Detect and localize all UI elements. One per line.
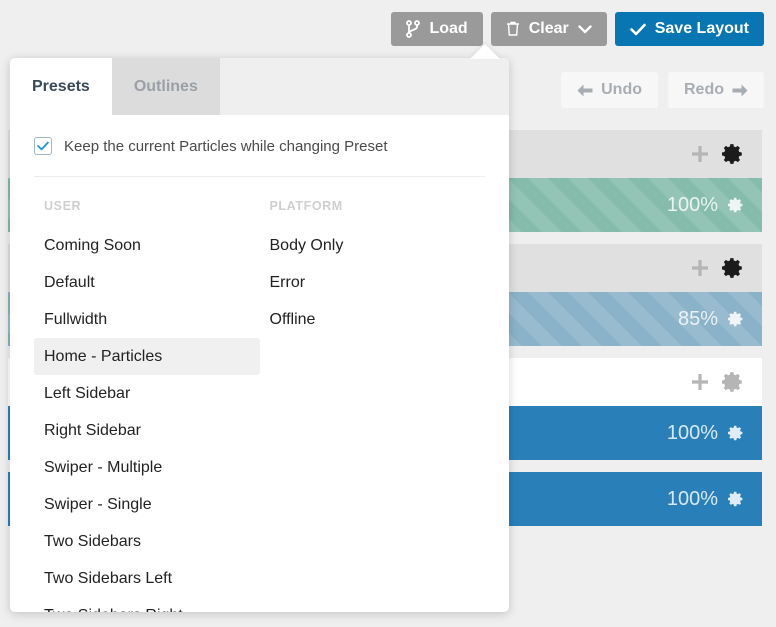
- preset-item-fullwidth[interactable]: Fullwidth: [34, 301, 260, 338]
- gear-icon[interactable]: [728, 425, 744, 441]
- column-header-platform: PLATFORM: [269, 199, 343, 213]
- save-layout-label: Save Layout: [654, 20, 749, 37]
- preset-item-two-sidebars-right[interactable]: Two Sidebars Right: [34, 597, 260, 612]
- block-percent: 100%: [666, 487, 718, 510]
- code-branch-icon: [406, 20, 421, 38]
- plus-icon[interactable]: [690, 372, 710, 392]
- preset-item-default[interactable]: Default: [34, 264, 260, 301]
- preset-item-left-sidebar[interactable]: Left Sidebar: [34, 375, 260, 412]
- gear-icon[interactable]: [722, 143, 744, 165]
- toolbar-actions: Load Clear Save Layout: [391, 12, 764, 46]
- clear-button[interactable]: Clear: [490, 12, 607, 46]
- tab-presets[interactable]: Presets: [10, 58, 112, 115]
- preset-item-home-particles[interactable]: Home - Particles: [34, 338, 260, 375]
- presets-column-user: USER Coming Soon Default Fullwidth Home …: [34, 199, 260, 612]
- gear-icon[interactable]: [728, 311, 744, 327]
- presets-column-platform: PLATFORM Body Only Error Offline: [260, 199, 486, 612]
- trash-icon: [506, 21, 520, 37]
- keep-particles-checkbox[interactable]: [34, 137, 52, 155]
- arrow-left-icon: [577, 84, 593, 97]
- plus-icon[interactable]: [690, 258, 710, 278]
- history-controls: Undo Redo: [561, 72, 764, 108]
- gear-icon[interactable]: [722, 371, 744, 393]
- block-percent: 100%: [666, 421, 718, 444]
- preset-item-body-only[interactable]: Body Only: [260, 227, 486, 264]
- popup-tabs: Presets Outlines: [10, 58, 509, 115]
- column-header-user: USER: [44, 199, 82, 213]
- preset-item-two-sidebars[interactable]: Two Sidebars: [34, 523, 260, 560]
- presets-popup: Presets Outlines Keep the current Partic…: [10, 58, 509, 612]
- save-layout-button[interactable]: Save Layout: [614, 12, 764, 46]
- plus-icon[interactable]: [690, 144, 710, 164]
- gear-icon[interactable]: [728, 197, 744, 213]
- top-toolbar: Load Clear Save Layout: [0, 0, 776, 60]
- keep-particles-row: Keep the current Particles while changin…: [34, 137, 485, 177]
- block-percent: 100%: [666, 193, 718, 216]
- preset-item-swiper-multiple[interactable]: Swiper - Multiple: [34, 449, 260, 486]
- preset-item-offline[interactable]: Offline: [260, 301, 486, 338]
- preset-item-right-sidebar[interactable]: Right Sidebar: [34, 412, 260, 449]
- block-percent: 85%: [677, 307, 718, 330]
- tab-outlines[interactable]: Outlines: [111, 58, 220, 115]
- app-root: Load Clear Save Layout Undo Redo 100% 85…: [0, 0, 776, 627]
- popup-body: Keep the current Particles while changin…: [10, 115, 509, 612]
- preset-item-coming-soon[interactable]: Coming Soon: [34, 227, 260, 264]
- check-icon: [629, 23, 646, 36]
- arrow-right-icon: [732, 84, 748, 97]
- redo-button[interactable]: Redo: [668, 72, 764, 108]
- presets-columns: USER Coming Soon Default Fullwidth Home …: [34, 177, 485, 612]
- load-button[interactable]: Load: [391, 12, 483, 46]
- keep-particles-label: Keep the current Particles while changin…: [64, 137, 388, 155]
- undo-button[interactable]: Undo: [561, 72, 658, 108]
- load-button-label: Load: [429, 20, 468, 37]
- popup-caret: [470, 44, 500, 59]
- gear-icon[interactable]: [722, 257, 744, 279]
- chevron-down-icon[interactable]: [578, 24, 592, 34]
- tabs-filler: [219, 58, 509, 115]
- tab-presets-label: Presets: [32, 77, 90, 95]
- clear-button-label: Clear: [528, 20, 569, 37]
- gear-icon[interactable]: [728, 491, 744, 507]
- tab-outlines-label: Outlines: [133, 77, 198, 95]
- preset-item-swiper-single[interactable]: Swiper - Single: [34, 486, 260, 523]
- preset-item-error[interactable]: Error: [260, 264, 486, 301]
- undo-label: Undo: [601, 81, 642, 98]
- redo-label: Redo: [684, 81, 724, 98]
- preset-item-two-sidebars-left[interactable]: Two Sidebars Left: [34, 560, 260, 597]
